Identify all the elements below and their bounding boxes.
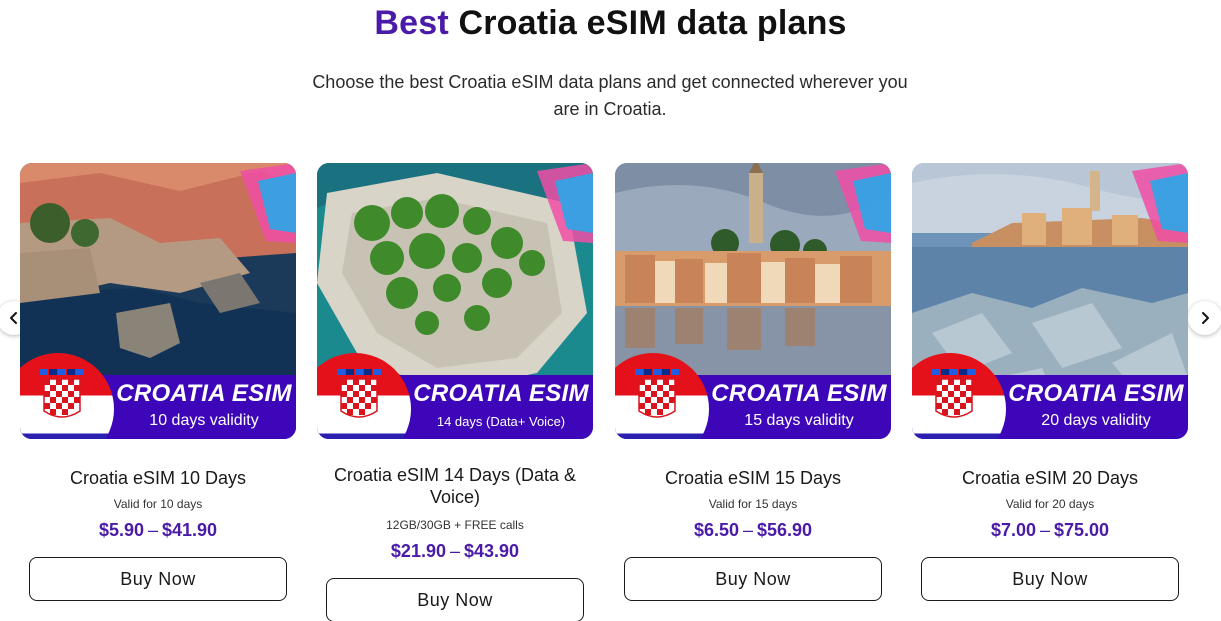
plan-title[interactable]: Croatia eSIM 20 Days [912, 467, 1188, 489]
banner-subtitle: 14 days (Data+ Voice) [436, 414, 566, 429]
heading-rest: Croatia eSIM data plans [458, 4, 847, 42]
plan-card[interactable]: CROATIA ESIM 14 days (Data+ Voice) Croat… [317, 163, 593, 621]
price-separator: – [1039, 520, 1050, 540]
banner-title: CROATIA ESIM [413, 380, 589, 407]
price-separator: – [449, 541, 460, 561]
price-to: $43.90 [464, 541, 520, 561]
price-from: $7.00 [990, 520, 1036, 540]
plan-card[interactable]: CROATIA ESIM 15 days validity Croatia eS… [615, 163, 891, 601]
section-heading: Best Croatia eSIM data plans [0, 4, 1221, 43]
price-from: $6.50 [693, 520, 739, 540]
plan-card[interactable]: CROATIA ESIM 10 days validity Croatia eS… [20, 163, 296, 601]
buy-now-button[interactable]: Buy Now [29, 557, 287, 601]
carousel-next-button[interactable] [1188, 301, 1221, 335]
banner-title: CROATIA ESIM [1008, 380, 1184, 407]
heading-accent: Best [374, 4, 449, 42]
price-separator: – [742, 520, 753, 540]
chevron-left-icon [10, 312, 17, 324]
plan-price: $6.50– $56.90 [615, 520, 891, 541]
banner-title: CROATIA ESIM [711, 380, 887, 407]
banner-subtitle: 20 days validity [1041, 412, 1151, 429]
price-to: $41.90 [162, 520, 218, 540]
buy-now-button[interactable]: Buy Now [921, 557, 1179, 601]
plan-description: Valid for 10 days [113, 497, 203, 511]
buy-now-button[interactable]: Buy Now [326, 578, 584, 621]
buy-now-button[interactable]: Buy Now [624, 557, 882, 601]
price-separator: – [147, 520, 158, 540]
plan-title[interactable]: Croatia eSIM 10 Days [20, 467, 296, 489]
section-subtitle: Choose the best Croatia eSIM data plans … [312, 72, 908, 119]
price-to: $75.00 [1054, 520, 1110, 540]
price-from: $5.90 [98, 520, 144, 540]
plan-image[interactable]: CROATIA ESIM 15 days validity [615, 163, 891, 439]
price-from: $21.90 [390, 541, 446, 561]
plan-description: Valid for 20 days [1005, 497, 1095, 511]
price-to: $56.90 [757, 520, 813, 540]
plan-price: $5.90– $41.90 [20, 520, 296, 541]
plan-image[interactable]: CROATIA ESIM 14 days (Data+ Voice) [317, 163, 593, 439]
plan-description: 12GB/30GB + FREE calls [386, 518, 524, 532]
banner-subtitle: 15 days validity [744, 412, 854, 429]
plan-image[interactable]: CROATIA ESIM 10 days validity [20, 163, 296, 439]
plan-title[interactable]: Croatia eSIM 15 Days [615, 467, 891, 489]
banner-subtitle: 10 days validity [149, 412, 259, 429]
plan-card[interactable]: CROATIA ESIM 20 days validity Croatia eS… [912, 163, 1188, 601]
banner-title: CROATIA ESIM [116, 380, 292, 407]
plan-title[interactable]: Croatia eSIM 14 Days (Data & Voice) [317, 464, 593, 508]
plan-image[interactable]: CROATIA ESIM 20 days validity [912, 163, 1188, 439]
plan-description: Valid for 15 days [708, 497, 798, 511]
plan-price: $21.90– $43.90 [317, 541, 593, 562]
chevron-right-icon [1202, 312, 1209, 324]
plan-price: $7.00– $75.00 [912, 520, 1188, 541]
